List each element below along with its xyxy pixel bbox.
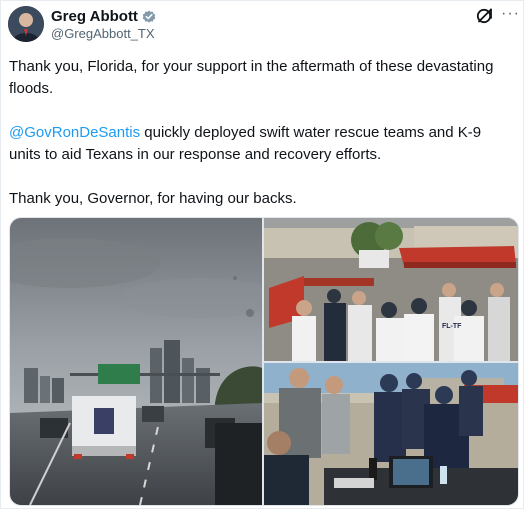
photo-briefing[interactable] <box>264 363 518 505</box>
tweet-paragraph-3: Thank you, Governor, for having our back… <box>9 190 297 207</box>
author-name-row: Greg Abbott <box>51 8 156 25</box>
photo-highway[interactable] <box>10 218 262 505</box>
more-icon[interactable]: ··· <box>501 5 520 23</box>
author-handle[interactable]: @GregAbbott_TX <box>51 26 155 41</box>
shirt-text: FL-TF <box>442 323 462 330</box>
avatar[interactable] <box>8 6 44 42</box>
author-name[interactable]: Greg Abbott <box>51 8 138 25</box>
tweet-paragraph-2: @GovRonDeSantis quickly deployed swift w… <box>9 122 515 166</box>
tweet-card: Greg Abbott @GregAbbott_TX ··· Thank you… <box>0 0 524 509</box>
verified-icon <box>142 10 156 24</box>
photo-rescue-team[interactable]: FL-TF <box>264 218 518 361</box>
mention-link[interactable]: @GovRonDeSantis <box>9 124 140 141</box>
media-grid: FL-TF <box>9 217 519 506</box>
grok-icon[interactable] <box>475 6 495 26</box>
tweet-paragraph-1: Thank you, Florida, for your support in … <box>9 58 494 97</box>
tweet-text: Thank you, Florida, for your support in … <box>9 56 515 232</box>
